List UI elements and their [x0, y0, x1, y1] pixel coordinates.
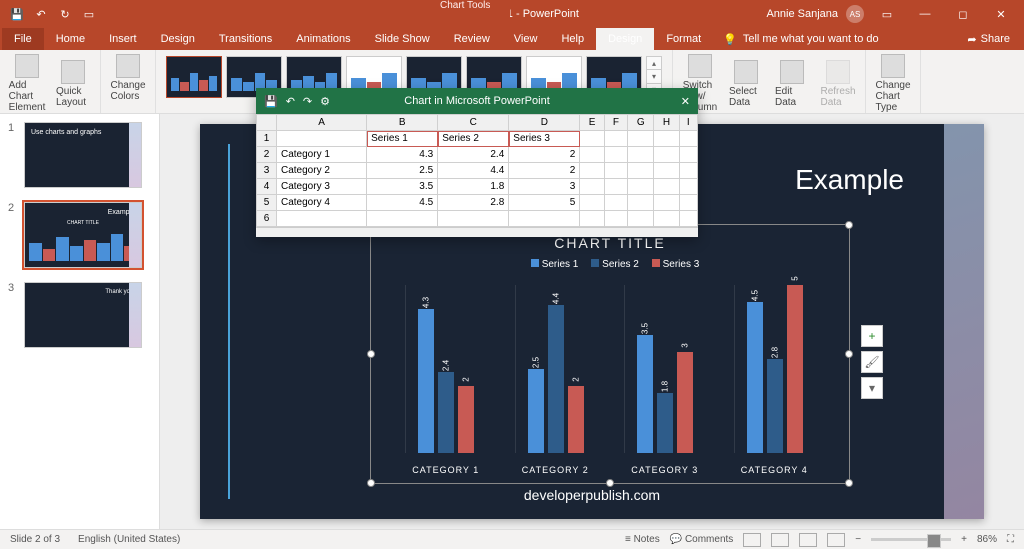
- ribbon-options-icon[interactable]: ▭: [872, 0, 902, 28]
- change-type-label: Change Chart Type: [875, 80, 910, 113]
- user-name[interactable]: Annie Sanjana: [766, 8, 838, 20]
- start-show-icon[interactable]: ▭: [82, 7, 96, 21]
- thumb-num-1: 1: [8, 122, 18, 188]
- comments-label: Comments: [685, 534, 733, 545]
- zoom-level[interactable]: 86%: [977, 534, 997, 545]
- chart-object[interactable]: CHART TITLE Series 1 Series 2 Series 3 4…: [370, 224, 850, 484]
- tab-insert[interactable]: Insert: [97, 28, 149, 50]
- notes-label: Notes: [634, 534, 660, 545]
- edit-data-button[interactable]: Edit Data: [771, 58, 813, 110]
- zoom-in-icon[interactable]: +: [961, 534, 967, 545]
- select-data-button[interactable]: Select Data: [725, 58, 767, 110]
- excel-save-icon[interactable]: 💾: [264, 95, 278, 108]
- undo-icon[interactable]: ↶: [34, 7, 48, 21]
- slide-thumb-1[interactable]: Use charts and graphs: [24, 122, 142, 188]
- excel-sheet[interactable]: ABCDEFGHI1Series 1Series 2Series 32Categ…: [256, 114, 698, 237]
- tab-chart-design[interactable]: Design: [596, 28, 654, 50]
- chart-style-1[interactable]: [166, 56, 222, 98]
- status-lang[interactable]: English (United States): [78, 534, 180, 545]
- select-data-label: Select Data: [729, 86, 763, 108]
- zoom-slider[interactable]: [871, 538, 951, 541]
- status-slide[interactable]: Slide 2 of 3: [10, 534, 60, 545]
- chart-legend[interactable]: Series 1 Series 2 Series 3: [371, 259, 849, 270]
- tell-me-search[interactable]: 💡 Tell me what you want to do: [723, 28, 878, 50]
- tab-design[interactable]: Design: [149, 28, 207, 50]
- share-label: Share: [981, 33, 1010, 45]
- chart-styles-icon[interactable]: 🖌: [861, 351, 883, 373]
- excel-chart-data-window[interactable]: 💾 ↶ ↷ ⚙ Chart in Microsoft PowerPoint ✕ …: [256, 88, 698, 237]
- slide-thumbnails: 1 Use charts and graphs 2 Example CHART …: [0, 114, 160, 529]
- chart-tools-label: Chart Tools: [420, 0, 510, 18]
- status-bar: Slide 2 of 3 English (United States) ≡ N…: [0, 529, 1024, 549]
- legend-series-1: Series 1: [542, 259, 579, 270]
- thumb-num-2: 2: [8, 202, 18, 268]
- quick-layout-label: Quick Layout: [56, 86, 90, 108]
- tell-me-label: Tell me what you want to do: [743, 33, 879, 45]
- slideshow-view-icon[interactable]: [827, 533, 845, 547]
- share-button[interactable]: ➦ Share: [953, 28, 1024, 50]
- title-bar: 💾 ↶ ↻ ▭ Presentation1 - PowerPoint Chart…: [0, 0, 1024, 28]
- tab-home[interactable]: Home: [44, 28, 97, 50]
- add-chart-element-button[interactable]: Add Chart Element: [6, 52, 48, 115]
- thumb-1-text: Use charts and graphs: [31, 129, 101, 136]
- ribbon-tabs: File Home Insert Design Transitions Anim…: [0, 28, 1024, 50]
- save-icon[interactable]: 💾: [10, 7, 24, 21]
- zoom-out-icon[interactable]: −: [855, 534, 861, 545]
- add-element-label: Add Chart Element: [9, 80, 46, 113]
- legend-series-2: Series 2: [602, 259, 639, 270]
- chart-filter-icon[interactable]: ▾: [861, 377, 883, 399]
- watermark: developerpublish.com: [524, 487, 660, 503]
- slide-thumb-2[interactable]: Example CHART TITLE: [24, 202, 142, 268]
- lightbulb-icon: 💡: [723, 33, 737, 46]
- tab-chart-format[interactable]: Format: [654, 28, 713, 50]
- reading-view-icon[interactable]: [799, 533, 817, 547]
- maximize-icon[interactable]: ◻: [948, 0, 978, 28]
- excel-settings-icon[interactable]: ⚙: [320, 95, 330, 108]
- slide-thumb-3[interactable]: Thank you!: [24, 282, 142, 348]
- thumb-3-text: Thank you!: [31, 289, 135, 295]
- fit-window-icon[interactable]: ⛶: [1007, 534, 1014, 545]
- excel-undo-icon[interactable]: ↶: [286, 95, 295, 108]
- normal-view-icon[interactable]: [743, 533, 761, 547]
- change-colors-label: Change Colors: [110, 80, 145, 102]
- quick-layout-button[interactable]: Quick Layout: [52, 58, 94, 110]
- chart-plot[interactable]: 4.32.422.54.423.51.834.52.85: [391, 285, 829, 453]
- chart-add-element-icon[interactable]: +: [861, 325, 883, 347]
- legend-series-3: Series 3: [663, 259, 700, 270]
- notes-button[interactable]: ≡ Notes: [625, 534, 660, 545]
- comments-button[interactable]: 💬 Comments: [670, 534, 734, 545]
- close-icon[interactable]: ✕: [986, 0, 1016, 28]
- slide-title[interactable]: Example: [795, 164, 904, 196]
- sorter-view-icon[interactable]: [771, 533, 789, 547]
- tab-file[interactable]: File: [2, 28, 44, 50]
- refresh-label: Refresh Data: [821, 86, 856, 108]
- share-icon: ➦: [967, 33, 976, 46]
- change-colors-button[interactable]: Change Colors: [107, 52, 149, 104]
- excel-close-icon[interactable]: ✕: [681, 95, 690, 108]
- excel-window-title: Chart in Microsoft PowerPoint: [404, 95, 550, 107]
- change-chart-type-button[interactable]: Change Chart Type: [872, 52, 914, 115]
- refresh-data-button: Refresh Data: [817, 58, 859, 110]
- thumb-num-3: 3: [8, 282, 18, 348]
- tab-view[interactable]: View: [502, 28, 550, 50]
- excel-redo-icon[interactable]: ↷: [303, 95, 312, 108]
- thumb-2-title: Example: [31, 209, 135, 216]
- tab-slideshow[interactable]: Slide Show: [363, 28, 442, 50]
- edit-data-label: Edit Data: [775, 86, 809, 108]
- chart-xaxis: CATEGORY 1CATEGORY 2CATEGORY 3CATEGORY 4: [391, 465, 829, 475]
- redo-icon[interactable]: ↻: [58, 7, 72, 21]
- tab-animations[interactable]: Animations: [284, 28, 362, 50]
- tab-help[interactable]: Help: [549, 28, 596, 50]
- thumb-2-chart: CHART TITLE: [31, 220, 135, 226]
- excel-scrollbar[interactable]: [256, 227, 698, 237]
- tab-review[interactable]: Review: [442, 28, 502, 50]
- minimize-icon[interactable]: —: [910, 0, 940, 28]
- avatar[interactable]: AS: [846, 5, 864, 23]
- tab-transitions[interactable]: Transitions: [207, 28, 284, 50]
